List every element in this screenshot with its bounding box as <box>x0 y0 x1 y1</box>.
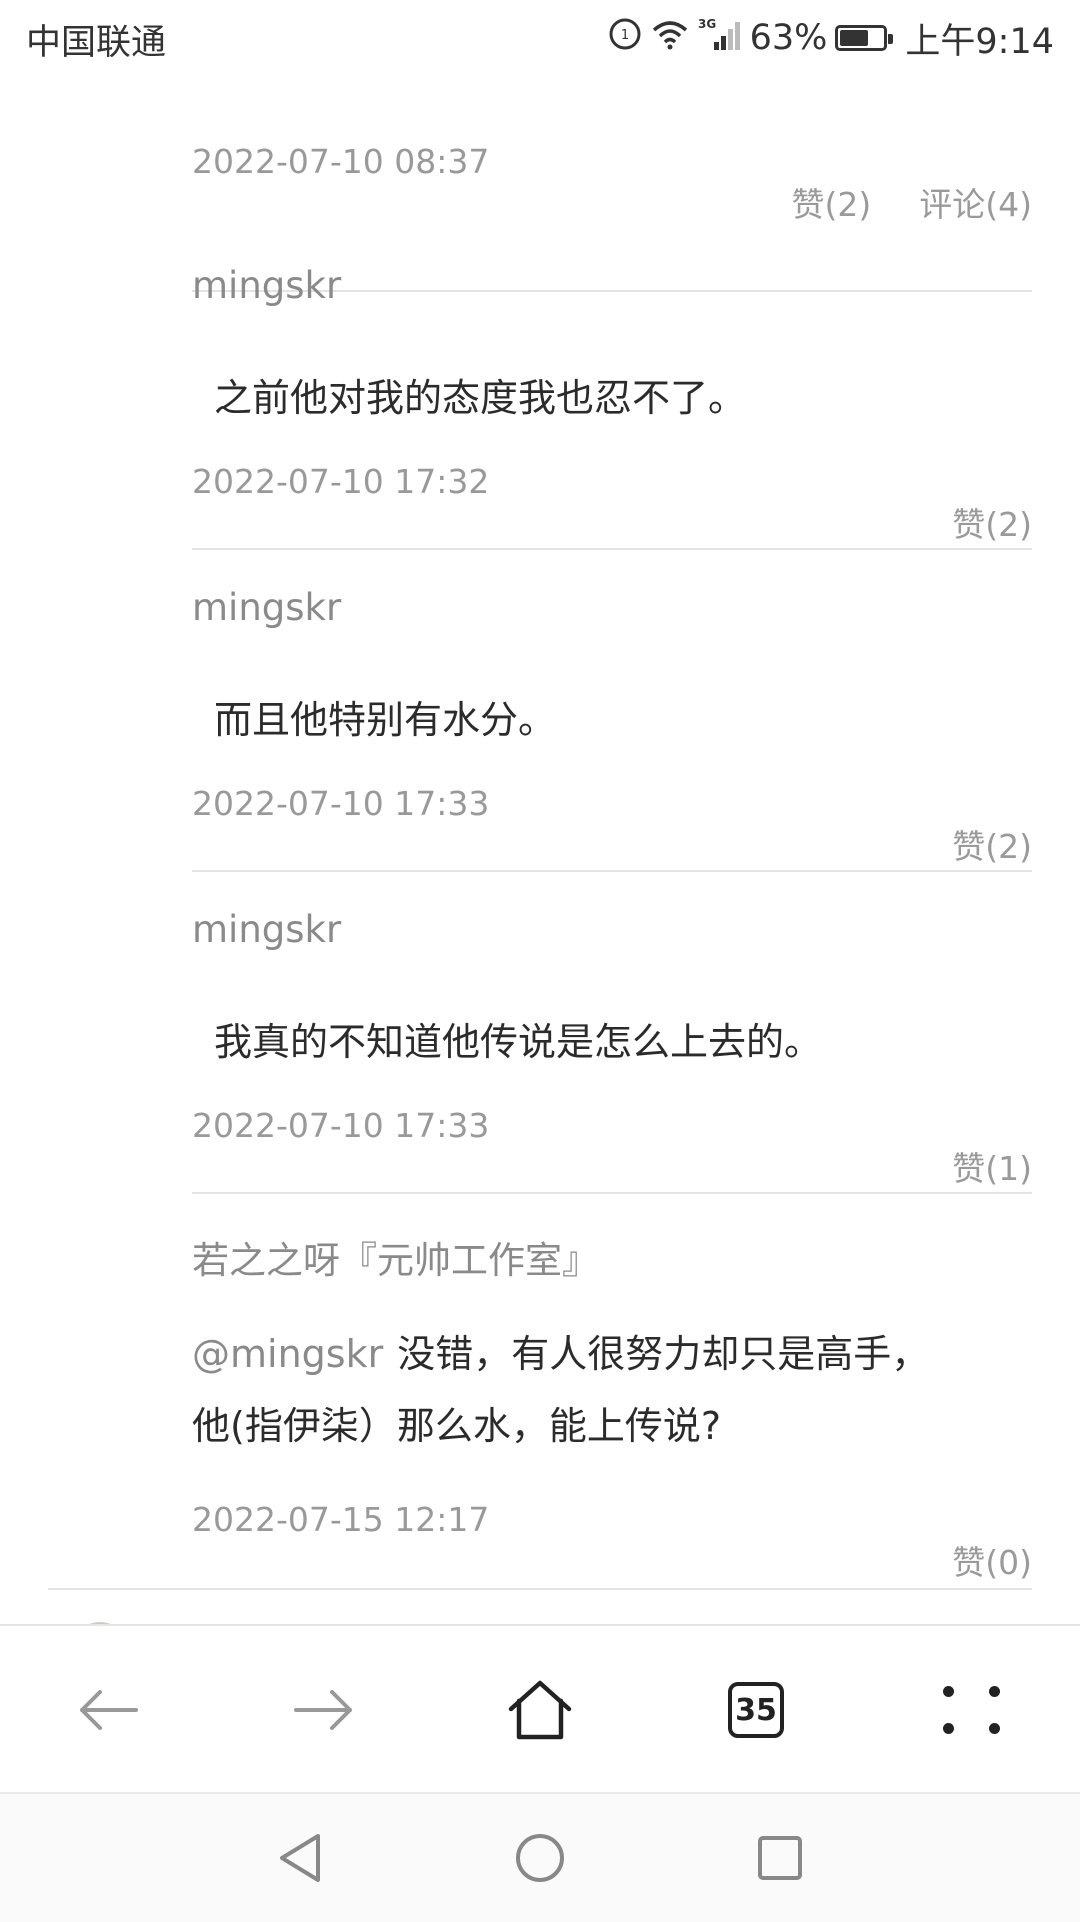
reply-author[interactable]: mingskr <box>192 908 341 951</box>
network-type-label: 3G <box>698 17 716 31</box>
status-indicators: 1 3G 63% 上午9:14 <box>608 12 1054 64</box>
comment-time: 2022-07-10 08:37 <box>192 142 490 181</box>
like-button[interactable]: 赞(2) <box>952 820 1032 868</box>
reply-author[interactable]: 若之之呀『元帅工作室』 <box>192 1230 599 1284</box>
system-recents-button[interactable] <box>720 1794 840 1922</box>
arrow-right-icon <box>294 1690 352 1730</box>
reply-time: 2022-07-10 17:33 <box>192 784 490 823</box>
circle-home-icon <box>516 1834 564 1882</box>
system-home-button[interactable] <box>480 1794 600 1922</box>
reply-time: 2022-07-15 12:17 <box>192 1500 490 1539</box>
reply-text: 而且他特别有水分。 <box>214 698 557 742</box>
square-recents-icon <box>758 1836 802 1880</box>
like-button[interactable]: 赞(1) <box>952 1142 1032 1190</box>
tabs-button[interactable]: 35 <box>696 1626 816 1794</box>
battery-icon <box>835 25 894 51</box>
like-button[interactable]: 赞(0) <box>952 1536 1032 1584</box>
status-bar: 中国联通 1 3G 63% 上午9:14 <box>0 0 1080 76</box>
battery-percent: 63% <box>749 18 828 58</box>
comment-thread[interactable]: 2022-07-10 08:37 赞(2) 评论(4) mingskr 之前他对… <box>0 76 1080 1624</box>
back-button[interactable] <box>48 1626 168 1794</box>
system-back-button[interactable] <box>240 1794 360 1922</box>
mention-link[interactable]: @mingskr <box>192 1332 383 1376</box>
comment-divider <box>48 1588 1032 1590</box>
browser-toolbar: 35 <box>0 1624 1080 1794</box>
divider <box>192 1192 1032 1194</box>
reply-time: 2022-07-10 17:32 <box>192 462 490 501</box>
battery-fill <box>840 30 869 46</box>
comment-button[interactable]: 评论(4) <box>919 178 1032 226</box>
wifi-icon <box>650 18 690 59</box>
four-dots-menu-icon <box>943 1686 1001 1734</box>
triangle-back-icon <box>280 1834 320 1882</box>
reply-time: 2022-07-10 17:33 <box>192 1106 490 1145</box>
reply-author[interactable]: mingskr <box>192 264 341 307</box>
divider <box>192 548 1032 550</box>
arrow-left-icon <box>80 1690 138 1730</box>
signal-icon: 3G <box>698 16 742 61</box>
clock: 上午9:14 <box>905 21 1054 62</box>
reply-text: @mingskr 没错，有人很努力却只是高手， 他(指伊柒）那么水，能上传说? <box>192 1332 930 1448</box>
hd-call-icon: 1 <box>608 17 642 60</box>
like-button[interactable]: 赞(2) <box>792 178 872 226</box>
home-button[interactable] <box>480 1626 600 1794</box>
reply-text: 我真的不知道他传说是怎么上去的。 <box>214 1020 823 1064</box>
system-navigation-bar <box>0 1792 1080 1922</box>
like-button[interactable]: 赞(2) <box>952 498 1032 546</box>
carrier-name: 中国联通 <box>26 23 167 63</box>
reply-author[interactable]: mingskr <box>192 586 341 629</box>
menu-button[interactable] <box>912 1626 1032 1794</box>
divider <box>192 870 1032 872</box>
svg-text:1: 1 <box>620 28 628 43</box>
tab-count: 35 <box>728 1682 784 1738</box>
home-icon <box>508 1680 572 1740</box>
reply-text: 之前他对我的态度我也忍不了。 <box>214 376 747 420</box>
forward-button[interactable] <box>264 1626 384 1794</box>
